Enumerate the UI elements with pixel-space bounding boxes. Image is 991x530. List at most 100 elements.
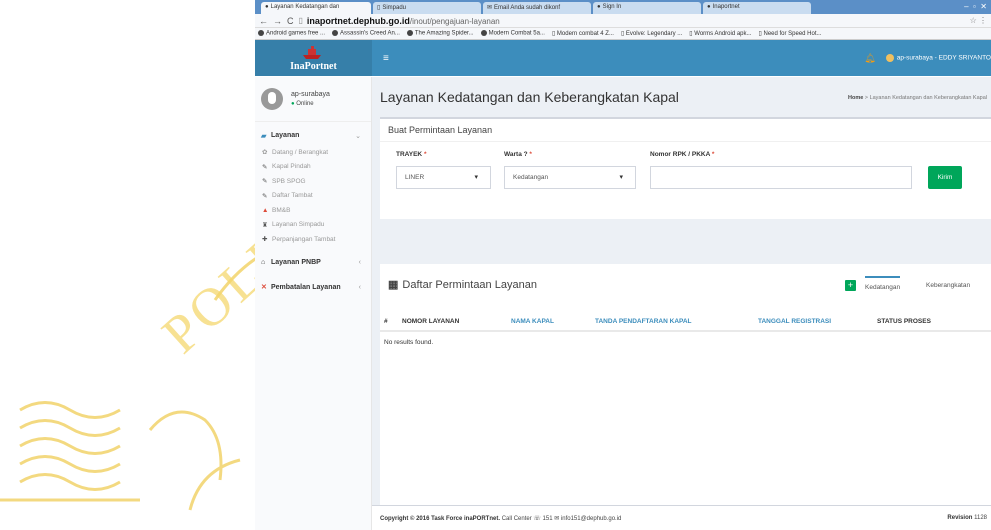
- bookmark-item[interactable]: Android games free ...: [258, 30, 325, 37]
- bank-icon: ⌂: [261, 258, 266, 266]
- bookmark-item[interactable]: Modern Combat 5a...: [480, 30, 545, 37]
- sidebar-item-layanan-simpadu[interactable]: ♜ Layanan Simpadu: [255, 218, 371, 233]
- bookmark-item[interactable]: ▯ Worms Android apk...: [689, 30, 751, 37]
- page-icon: ▯: [377, 5, 381, 11]
- bookmark-item[interactable]: ▯ Evolve: Legendary ...: [621, 30, 682, 37]
- sidebar-item-pembatalan-layanan[interactable]: ✕ Pembatalan Layanan ‹: [255, 278, 371, 297]
- col-nomor-layanan[interactable]: NOMOR LAYANAN: [402, 318, 459, 325]
- footer: Copyright © 2016 Task Force inaPORTnet. …: [372, 505, 991, 530]
- footer-contact: Call Center ☏ 151 ✉ info151@dephub.go.id: [501, 516, 622, 522]
- app-header: InaPortnet ≡ 🔔︎ ap-surabaya - EDDY SRIYA…: [255, 40, 991, 76]
- sidebar-item-daftar-tambat[interactable]: ✎ Daftar Tambat: [255, 189, 371, 204]
- chevron-left-icon: ‹: [358, 258, 361, 266]
- content-area: Layanan Kedatangan dan Keberangkatan Kap…: [372, 77, 991, 530]
- browser-tab-email[interactable]: ✉ Email Anda sudah dikonf: [483, 2, 591, 14]
- address-bar: ← → C ▯ inaportnet.dephub.go.id/inout/pe…: [255, 14, 991, 28]
- breadcrumb-current: Layanan Kedatangan dan Keberangkatan Kap…: [869, 95, 987, 101]
- sidebar: ap-surabaya ● Online ▰ Layanan ⌄ ✿ Datang /…: [255, 77, 372, 530]
- empty-state: No results found.: [384, 339, 434, 346]
- tab-favicon-icon: ●: [265, 4, 269, 10]
- col-status-proses[interactable]: STATUS PROSES: [877, 318, 931, 325]
- request-form-box: Buat Permintaan Layanan TRAYEK * LINER ▾ …: [380, 117, 991, 219]
- bookmark-item[interactable]: ▯ Modern combat 4 Z...: [552, 30, 614, 37]
- col-nama-kapal[interactable]: NAMA KAPAL: [511, 318, 554, 325]
- flask-icon: ♜: [262, 221, 268, 229]
- user-avatar-icon: [261, 88, 283, 110]
- form-title: Buat Permintaan Layanan: [380, 119, 991, 142]
- user-panel: ap-surabaya ● Online: [255, 77, 371, 122]
- top-navbar: ≡ 🔔︎ ap-surabaya - EDDY SRIYANTO: [372, 40, 991, 76]
- page-title: Layanan Kedatangan dan Keberangkatan Kap…: [380, 89, 679, 105]
- forward-icon[interactable]: →: [273, 16, 282, 26]
- browser-tab-inaportnet[interactable]: ● Inaportnet: [703, 2, 811, 14]
- request-list-box: ▦ Daftar Permintaan Layanan + Kedatangan …: [380, 264, 991, 530]
- bookmark-icon: [480, 30, 487, 37]
- sidebar-item-perpanjangan-tambat[interactable]: ✚ Perpanjangan Tambat: [255, 232, 371, 247]
- browser-tab-layanan[interactable]: ● Layanan Kedatangan dan: [261, 2, 371, 14]
- tab-favicon-icon: ●: [707, 4, 711, 10]
- star-icon[interactable]: ☆ ⋮: [970, 16, 987, 25]
- bookmark-item[interactable]: ▯ Need for Speed Hot...: [759, 30, 822, 37]
- kirim-button[interactable]: Kirim: [928, 166, 962, 189]
- pencil-icon: ✎: [262, 163, 268, 171]
- warning-icon: ▲: [262, 206, 269, 214]
- rpk-input[interactable]: [650, 166, 912, 189]
- col-tanda-pendaftaran[interactable]: TANDA PENDAFTARAN KAPAL: [595, 318, 692, 325]
- footer-copyright: Copyright © 2016 Task Force inaPORTnet.: [380, 516, 501, 522]
- page-icon: ▯: [298, 16, 303, 25]
- avatar: [885, 54, 894, 62]
- online-status: ● Online: [291, 101, 314, 107]
- bookmark-icon: [332, 30, 339, 37]
- breadcrumb-home[interactable]: Home: [848, 95, 863, 101]
- ship-logo-icon: [303, 46, 321, 59]
- rpk-label: Nomor RPK / PKKA *: [650, 151, 715, 158]
- sidebar-item-spb-spog[interactable]: ✎ SPB SPOG: [255, 174, 371, 189]
- chevron-down-icon: ⌄: [355, 132, 361, 140]
- sidebar-item-bmb[interactable]: ▲ BM&B: [255, 203, 371, 218]
- bookmark-item[interactable]: Assassin's Creed An...: [332, 30, 400, 37]
- sidebar-item-layanan[interactable]: ▰ Layanan ⌄: [255, 126, 371, 145]
- trayek-label: TRAYEK *: [396, 151, 427, 158]
- table-header: # NOMOR LAYANAN NAMA KAPAL TANDA PENDAFT…: [380, 312, 991, 332]
- sidebar-item-kapal-pindah[interactable]: ✎ Kapal Pindah: [255, 160, 371, 175]
- caret-down-icon: ▾: [474, 174, 478, 181]
- layanan-icon: ▰: [261, 132, 267, 140]
- bookmark-icon: [258, 30, 264, 37]
- sidebar-item-layanan-pnbp[interactable]: ⌂ Layanan PNBP ‹: [255, 253, 371, 272]
- tab-keberangkatan[interactable]: Keberangkatan: [926, 282, 970, 289]
- col-tanggal-registrasi[interactable]: TANGGAL REGISTRASI: [758, 318, 831, 325]
- notification-bell-icon[interactable]: 🔔︎: [864, 53, 875, 64]
- plus-icon: ✚: [262, 236, 268, 244]
- browser-window: ● Layanan Kedatangan dan ▯ Simpadu ✉ Email …: [255, 0, 991, 530]
- window-controls[interactable]: – ▫ ✕: [964, 2, 987, 11]
- pencil-icon: ✎: [262, 178, 268, 186]
- back-icon[interactable]: ←: [259, 16, 268, 26]
- sidebar-item-datang-berangkat[interactable]: ✿ Datang / Berangkat: [255, 145, 371, 160]
- warta-select[interactable]: Kedatangan ▾: [504, 166, 636, 189]
- tab-kedatangan[interactable]: Kedatangan: [865, 276, 901, 291]
- app-logo[interactable]: InaPortnet: [255, 40, 372, 76]
- url-field[interactable]: inaportnet.dephub.go.id/inout/pengajuan-…: [307, 16, 500, 26]
- breadcrumb: Home > Layanan Kedatangan dan Keberangka…: [848, 95, 987, 101]
- bookmark-icon: [406, 30, 413, 37]
- browser-tab-signin[interactable]: ● Sign In: [593, 2, 701, 14]
- revision: Revision 1128: [947, 515, 987, 521]
- browser-tab-bar: ● Layanan Kedatangan dan ▯ Simpadu ✉ Email …: [255, 0, 991, 14]
- pencil-icon: ✎: [262, 192, 268, 200]
- warta-label: Warta ? *: [504, 151, 532, 158]
- mail-icon: ✉: [487, 5, 493, 11]
- reload-icon[interactable]: C: [287, 16, 294, 26]
- chevron-left-icon: ‹: [358, 283, 361, 291]
- gear-icon: ✿: [262, 149, 268, 157]
- grid-icon: ▦: [388, 279, 399, 291]
- bookmarks-bar: Android games free ... Assassin's Creed …: [255, 28, 991, 40]
- trayek-select[interactable]: LINER ▾: [396, 166, 491, 189]
- browser-tab-simpadu[interactable]: ▯ Simpadu: [373, 2, 481, 14]
- status-dot-icon: ●: [291, 101, 295, 107]
- tab-favicon-icon: ●: [597, 4, 601, 10]
- menu-toggle-icon[interactable]: ≡: [383, 53, 389, 64]
- user-menu[interactable]: ap-surabaya - EDDY SRIYANTO: [885, 54, 991, 62]
- add-request-button[interactable]: +: [845, 280, 856, 291]
- col-number: #: [384, 318, 388, 325]
- bookmark-item[interactable]: The Amazing Spider...: [406, 30, 474, 37]
